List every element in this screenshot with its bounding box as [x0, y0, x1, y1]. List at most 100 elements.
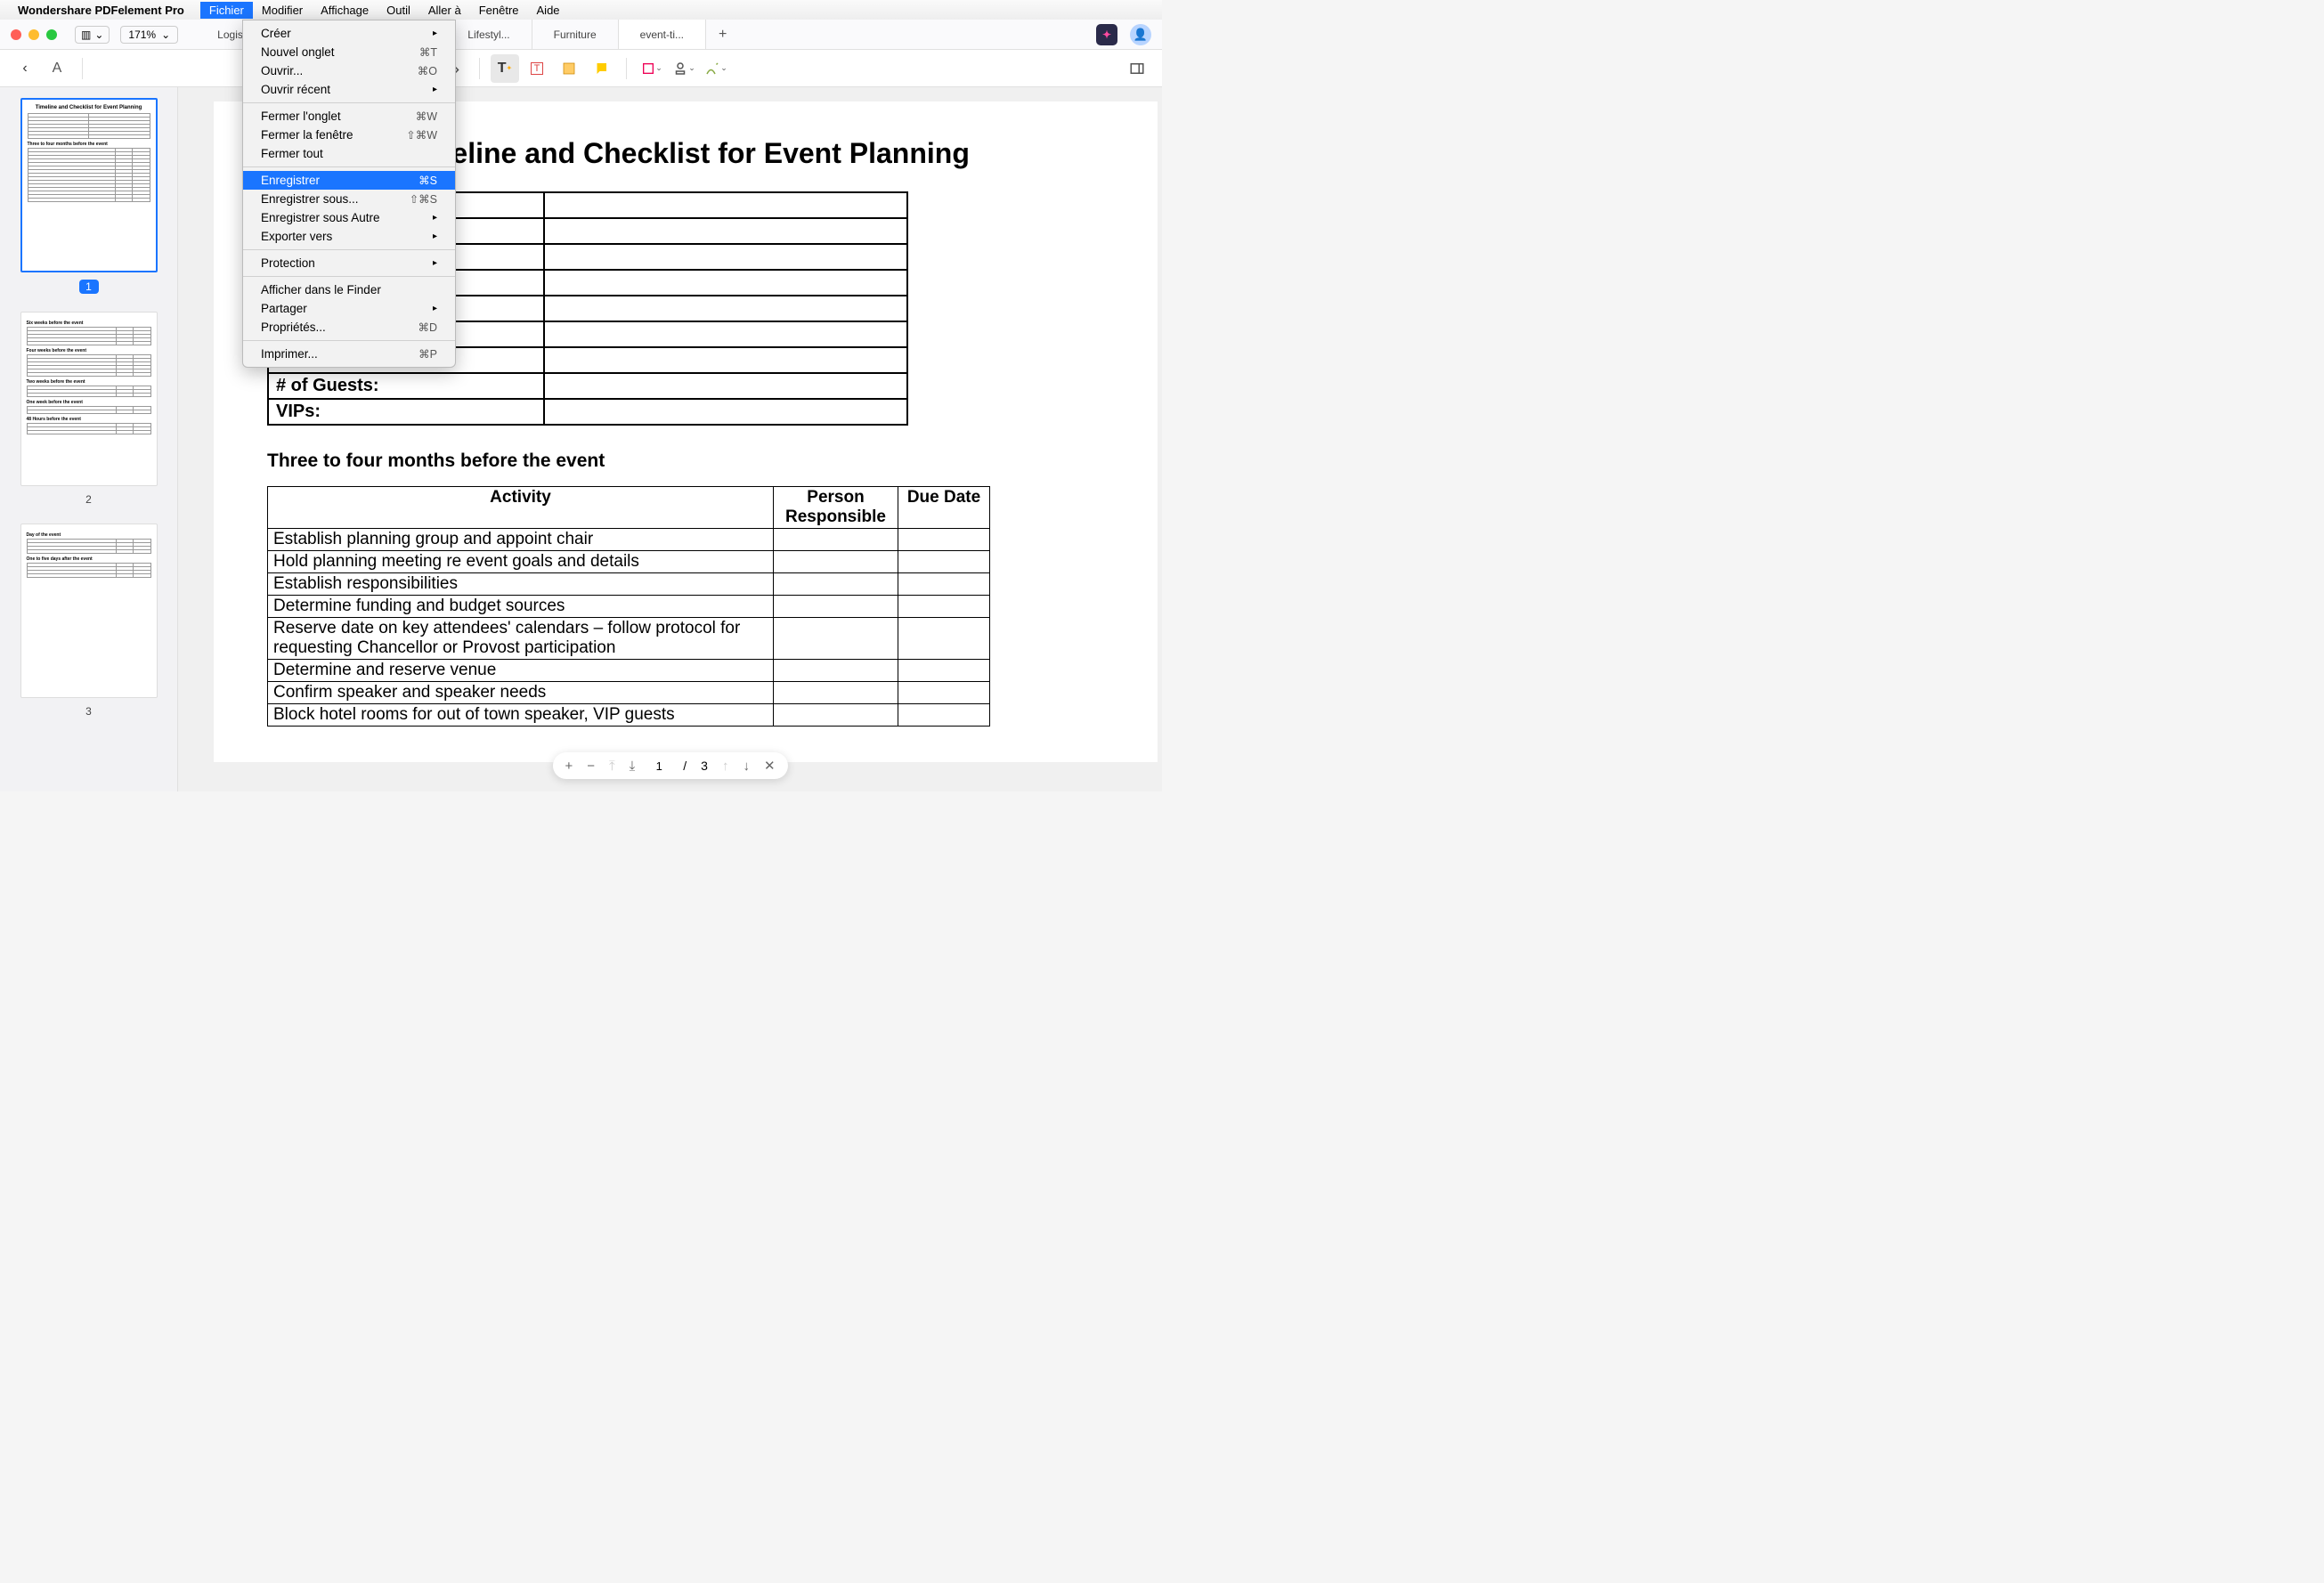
toolbar: ‹ A U T✦ T ⌄ ⌄ ⌄	[0, 50, 1162, 87]
thumb-number-3[interactable]: 3	[11, 705, 167, 718]
menu-shortcut: ⌘O	[418, 64, 437, 77]
menu-outil[interactable]: Outil	[378, 2, 419, 19]
info-value	[544, 321, 907, 347]
next-page-button[interactable]: ↓	[743, 759, 750, 774]
tab-lifestyl[interactable]: Lifestyl...	[446, 20, 532, 49]
main-area: Timeline and Checklist for Event Plannin…	[0, 87, 1162, 792]
info-value	[544, 399, 907, 425]
text-box-icon[interactable]: T	[523, 54, 551, 83]
info-label: # of Guests:	[268, 373, 544, 399]
section-heading: Three to four months before the event	[267, 451, 1104, 472]
panels-right-icon[interactable]	[1123, 54, 1151, 83]
zoom-selector[interactable]: 171% ⌄	[120, 26, 178, 44]
menu-aller-a[interactable]: Aller à	[419, 2, 470, 19]
page-thumbnail-3[interactable]: Day of the event One to five days after …	[20, 524, 158, 698]
col-activity: Activity	[268, 487, 774, 529]
submenu-arrow-icon: ▸	[433, 258, 437, 268]
menu-item-label: Propriétés...	[261, 321, 326, 334]
user-avatar[interactable]: 👤	[1130, 24, 1151, 45]
app-name[interactable]: Wondershare PDFelement Pro	[18, 4, 184, 17]
info-value	[544, 373, 907, 399]
menu-shortcut: ⌘P	[418, 347, 437, 361]
menu-separator	[243, 102, 455, 103]
chevron-down-icon: ⌄	[688, 63, 695, 73]
close-pager-button[interactable]: ✕	[764, 758, 776, 774]
note-icon[interactable]	[555, 54, 583, 83]
menu-item-protection[interactable]: Protection▸	[243, 254, 455, 272]
menu-item-nouvel-onglet[interactable]: Nouvel onglet ⌘T	[243, 43, 455, 61]
menu-item-exporter-vers[interactable]: Exporter vers▸	[243, 227, 455, 246]
menu-fenetre[interactable]: Fenêtre	[470, 2, 528, 19]
menu-shortcut: ⌘S	[418, 174, 437, 187]
menu-item-label: Nouvel onglet	[261, 45, 335, 59]
thumb-number-2[interactable]: 2	[11, 493, 167, 506]
info-label: VIPs:	[268, 399, 544, 425]
activity-cell: Establish planning group and appoint cha…	[268, 529, 774, 551]
menu-item-enregistrer-sous-[interactable]: Enregistrer sous...⇧⌘S	[243, 190, 455, 208]
menu-item-imprimer-[interactable]: Imprimer... ⌘P	[243, 345, 455, 363]
traffic-lights	[11, 29, 57, 40]
menu-item-label: Exporter vers	[261, 230, 332, 243]
menu-item-fermer-l-onglet[interactable]: Fermer l'onglet⌘W	[243, 107, 455, 126]
sign-tool-icon[interactable]: ⌄	[702, 54, 730, 83]
menu-item-enregistrer-sous-autre[interactable]: Enregistrer sous Autre▸	[243, 208, 455, 227]
tab-event-ti[interactable]: event-ti...	[619, 20, 706, 49]
panel-toggle-button[interactable]: ▥ ⌄	[75, 26, 110, 44]
page-thumbnail-1[interactable]: Timeline and Checklist for Event Plannin…	[20, 98, 158, 272]
thumbnail-sidebar[interactable]: Timeline and Checklist for Event Plannin…	[0, 87, 178, 792]
panel-icon: ▥	[81, 28, 91, 41]
info-value	[544, 192, 907, 218]
page-thumbnail-2[interactable]: Six weeks before the event Four weeks be…	[20, 312, 158, 486]
thumb-number-1[interactable]: 1	[79, 280, 99, 294]
menu-item-ouvrir-r-cent[interactable]: Ouvrir récent▸	[243, 80, 455, 99]
submenu-arrow-icon: ▸	[433, 304, 437, 313]
macos-menubar: Wondershare PDFelement Pro Fichier Modif…	[0, 0, 1162, 20]
menu-item-enregistrer[interactable]: Enregistrer⌘S	[243, 171, 455, 190]
menu-fichier[interactable]: Fichier	[200, 2, 253, 19]
zoom-in-button[interactable]: +	[565, 759, 573, 774]
menu-affichage[interactable]: Affichage	[312, 2, 378, 19]
activity-cell: Determine and reserve venue	[268, 660, 774, 682]
menu-item-partager[interactable]: Partager▸	[243, 299, 455, 318]
prev-page-button[interactable]: ↑	[722, 759, 729, 774]
last-page-button[interactable]: ⤓	[630, 759, 636, 774]
toolbar-annotate[interactable]: A	[43, 54, 71, 83]
hipdf-icon[interactable]: ✦	[1096, 24, 1117, 45]
activity-cell: Confirm speaker and speaker needs	[268, 682, 774, 704]
activity-cell: Block hotel rooms for out of town speake…	[268, 704, 774, 727]
back-button[interactable]: ‹	[11, 54, 39, 83]
menu-item-label: Imprimer...	[261, 347, 318, 361]
menu-item-cr-er[interactable]: Créer▸	[243, 24, 455, 43]
minimize-window-icon[interactable]	[28, 29, 39, 40]
close-window-icon[interactable]	[11, 29, 21, 40]
comment-icon[interactable]	[587, 54, 615, 83]
menu-item-label: Ouvrir...	[261, 64, 303, 77]
menu-item-ouvrir-[interactable]: Ouvrir... ⌘O	[243, 61, 455, 80]
menu-shortcut: ⌘T	[419, 45, 437, 59]
menu-aide[interactable]: Aide	[528, 2, 569, 19]
menu-item-fermer-tout[interactable]: Fermer tout	[243, 144, 455, 163]
add-tab-button[interactable]: +	[706, 20, 739, 49]
zoom-out-button[interactable]: −	[587, 759, 595, 774]
tab-furniture[interactable]: Furniture	[532, 20, 619, 49]
first-page-button[interactable]: ⤒	[609, 759, 615, 774]
page-number-input[interactable]	[649, 759, 669, 773]
maximize-window-icon[interactable]	[46, 29, 57, 40]
window-chrome: ▥ ⌄ 171% ⌄ Logistic... scene Product... …	[0, 20, 1162, 50]
menu-item-fermer-la-fen-tre[interactable]: Fermer la fenêtre⇧⌘W	[243, 126, 455, 144]
menu-separator	[243, 340, 455, 341]
menu-item-propri-t-s-[interactable]: Propriétés...⌘D	[243, 318, 455, 337]
col-due: Due Date	[898, 487, 990, 529]
menu-item-afficher-dans-le-finder[interactable]: Afficher dans le Finder	[243, 280, 455, 299]
menu-shortcut: ⇧⌘W	[406, 128, 437, 142]
info-value	[544, 270, 907, 296]
activity-cell: Reserve date on key attendees' calendars…	[268, 618, 774, 660]
menu-separator	[243, 276, 455, 277]
text-tool-icon[interactable]: T✦	[491, 54, 519, 83]
shape-tool-icon[interactable]: ⌄	[638, 54, 666, 83]
chevron-down-icon: ⌄	[720, 63, 727, 73]
stamp-tool-icon[interactable]: ⌄	[670, 54, 698, 83]
menu-modifier[interactable]: Modifier	[253, 2, 312, 19]
menu-separator	[243, 166, 455, 167]
toolbar-separator	[82, 58, 83, 79]
